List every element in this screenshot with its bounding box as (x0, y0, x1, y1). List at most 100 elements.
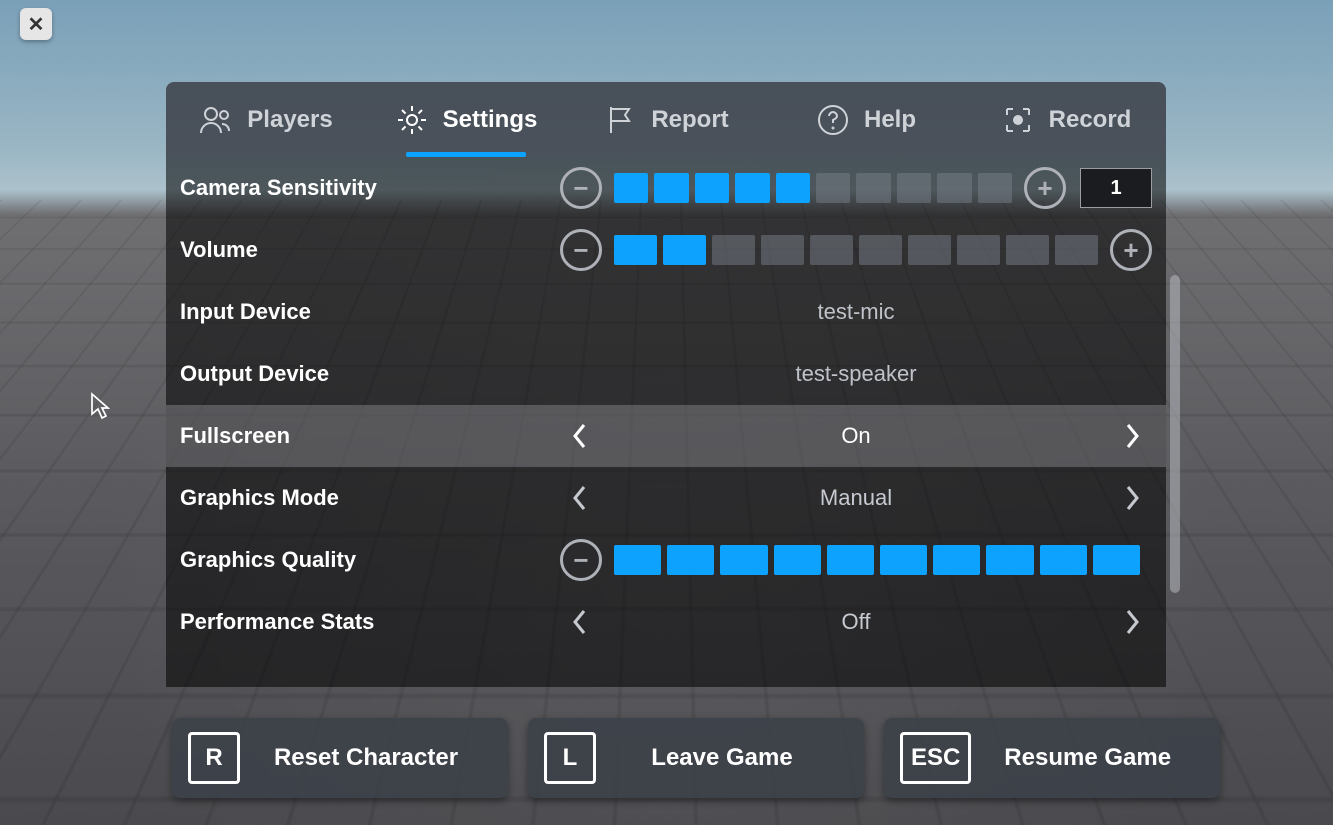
slider-segment (1006, 235, 1049, 265)
game-menu: Players Settings Report Help Record Came… (166, 82, 1166, 687)
slider-segment (810, 235, 853, 265)
slider-segment (1093, 545, 1140, 575)
tab-players[interactable]: Players (166, 82, 366, 157)
slider-segment (667, 545, 714, 575)
slider-segment (614, 545, 661, 575)
chevron-right-icon (1123, 422, 1141, 450)
slider-segment (761, 235, 804, 265)
chevron-left-icon (571, 608, 589, 636)
tab-bar: Players Settings Report Help Record (166, 82, 1166, 157)
setting-label: Volume (180, 237, 560, 263)
tab-report[interactable]: Report (566, 82, 766, 157)
tab-label: Help (864, 106, 916, 134)
next-button[interactable] (1112, 416, 1152, 456)
row-volume: Volume − + (166, 219, 1166, 281)
tab-record[interactable]: Record (966, 82, 1166, 157)
flag-icon (603, 103, 637, 137)
prev-button[interactable] (560, 416, 600, 456)
chevron-left-icon (571, 422, 589, 450)
close-icon: ✕ (28, 12, 45, 37)
slider-segment (957, 235, 1000, 265)
players-icon (199, 103, 233, 137)
key-hint: R (188, 732, 240, 784)
tab-label: Record (1049, 106, 1132, 134)
decrease-button[interactable]: − (560, 167, 602, 209)
tab-help[interactable]: Help (766, 82, 966, 157)
slider-segment (937, 173, 971, 203)
slider-segment (776, 173, 810, 203)
bottom-buttons: R Reset Character L Leave Game ESC Resum… (172, 718, 1220, 798)
minus-icon: − (573, 237, 588, 263)
tab-label: Report (651, 106, 728, 134)
row-graphics-quality: Graphics Quality − (166, 529, 1166, 591)
reset-character-button[interactable]: R Reset Character (172, 718, 508, 798)
fullscreen-value: On (600, 423, 1112, 449)
record-icon (1001, 103, 1035, 137)
tab-label: Settings (443, 106, 538, 134)
close-button[interactable]: ✕ (20, 8, 52, 40)
slider-segment (908, 235, 951, 265)
next-button[interactable] (1112, 478, 1152, 518)
settings-panel: Camera Sensitivity − + 1 Volume − + Inpu… (166, 157, 1166, 687)
next-button[interactable] (1112, 602, 1152, 642)
chevron-left-icon (571, 484, 589, 512)
leave-game-button[interactable]: L Leave Game (528, 718, 864, 798)
slider-segment (720, 545, 767, 575)
slider-segment (897, 173, 931, 203)
resume-game-button[interactable]: ESC Resume Game (884, 718, 1220, 798)
button-label: Leave Game (620, 744, 864, 772)
decrease-button[interactable]: − (560, 539, 602, 581)
setting-label: Fullscreen (180, 423, 560, 449)
setting-label: Graphics Quality (180, 547, 560, 573)
row-fullscreen[interactable]: Fullscreen On (166, 405, 1166, 467)
plus-icon: + (1123, 237, 1138, 263)
setting-label: Input Device (180, 299, 560, 325)
button-label: Reset Character (264, 744, 508, 772)
slider-segment (856, 173, 890, 203)
slider-segment (614, 235, 657, 265)
graphics-mode-value: Manual (600, 485, 1112, 511)
slider-segment (880, 545, 927, 575)
output-device-value: test-speaker (560, 361, 1152, 387)
setting-label: Output Device (180, 361, 560, 387)
increase-button[interactable]: + (1110, 229, 1152, 271)
slider-segment (859, 235, 902, 265)
minus-icon: − (573, 547, 588, 573)
row-performance-stats: Performance Stats Off (166, 591, 1166, 653)
increase-button[interactable]: + (1024, 167, 1066, 209)
chevron-right-icon (1123, 484, 1141, 512)
slider-segment (654, 173, 688, 203)
prev-button[interactable] (560, 478, 600, 518)
row-graphics-mode: Graphics Mode Manual (166, 467, 1166, 529)
slider-segment (735, 173, 769, 203)
key-hint: ESC (900, 732, 971, 784)
slider-segment (774, 545, 821, 575)
decrease-button[interactable]: − (560, 229, 602, 271)
slider-segment (614, 173, 648, 203)
setting-label: Graphics Mode (180, 485, 560, 511)
tab-settings[interactable]: Settings (366, 82, 566, 157)
slider-segment (986, 545, 1033, 575)
performance-stats-value: Off (600, 609, 1112, 635)
slider-segment (933, 545, 980, 575)
scrollbar[interactable] (1170, 275, 1180, 593)
prev-button[interactable] (560, 602, 600, 642)
slider-camera-sensitivity[interactable] (614, 173, 1012, 203)
slider-graphics-quality[interactable] (614, 545, 1140, 575)
row-input-device: Input Device test-mic (166, 281, 1166, 343)
slider-segment (827, 545, 874, 575)
slider-segment (978, 173, 1012, 203)
minus-icon: − (573, 175, 588, 201)
row-camera-sensitivity: Camera Sensitivity − + 1 (166, 157, 1166, 219)
tab-label: Players (247, 106, 332, 134)
slider-segment (1040, 545, 1087, 575)
plus-icon: + (1037, 175, 1052, 201)
slider-segment (1055, 235, 1098, 265)
slider-segment (695, 173, 729, 203)
row-output-device: Output Device test-speaker (166, 343, 1166, 405)
slider-volume[interactable] (614, 235, 1098, 265)
help-icon (816, 103, 850, 137)
key-hint: L (544, 732, 596, 784)
button-label: Resume Game (995, 744, 1220, 772)
sensitivity-value-box[interactable]: 1 (1080, 168, 1152, 208)
